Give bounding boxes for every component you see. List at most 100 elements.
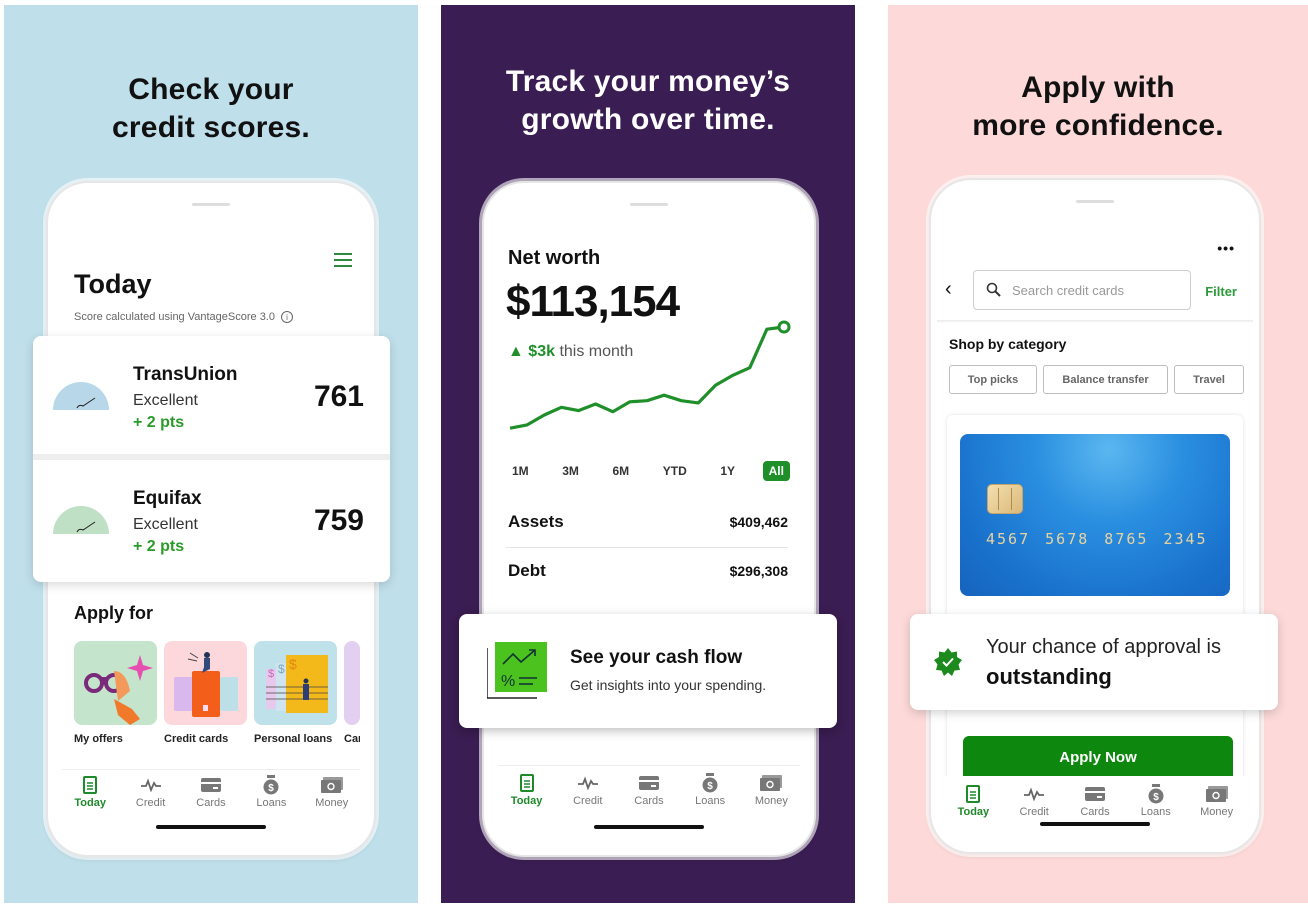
nav-label: Loans	[695, 795, 726, 807]
bottom-nav: Today Credit Cards $ Loans Money	[484, 773, 814, 807]
svg-text:$: $	[278, 662, 285, 676]
nav-loans[interactable]: $ Loans	[682, 773, 738, 807]
latest-value-marker[interactable]	[777, 320, 791, 334]
tile-car[interactable]: Car	[344, 641, 360, 745]
nav-loans[interactable]: $ Loans	[1128, 784, 1184, 818]
nav-label: Today	[74, 797, 106, 809]
nav-money[interactable]: Money	[743, 773, 799, 807]
bottom-nav: Today Credit Cards $ Loans Money	[48, 775, 374, 809]
debt-row[interactable]: Debt $296,308	[508, 558, 788, 584]
range-1y[interactable]: 1Y	[714, 461, 741, 481]
nav-label: Cards	[1080, 806, 1110, 818]
phone-notch	[192, 203, 230, 206]
nav-credit[interactable]: Credit	[1006, 784, 1062, 818]
tile-credit-cards[interactable]: Credit cards	[164, 641, 247, 745]
score-change: + 2 pts	[133, 538, 185, 555]
nav-label: Credit	[573, 795, 603, 807]
nav-cards[interactable]: Cards	[183, 775, 239, 809]
personal-loans-illustration: $ $ $	[254, 641, 337, 725]
card-icon	[1084, 784, 1106, 804]
apply-now-button[interactable]: Apply Now	[963, 736, 1233, 778]
tile-label: Personal loans	[254, 733, 333, 745]
nav-label: Money	[315, 797, 349, 809]
card-icon	[638, 773, 660, 793]
chip-top-picks[interactable]: Top picks	[949, 365, 1037, 394]
apply-for-heading: Apply for	[74, 603, 153, 623]
nav-money[interactable]: Money	[304, 775, 360, 809]
score-source-text: Score calculated using VantageScore 3.0	[74, 311, 275, 323]
hamburger-menu-icon[interactable]	[334, 253, 352, 271]
nav-credit[interactable]: Credit	[123, 775, 179, 809]
tile-my-offers[interactable]: My offers	[74, 641, 157, 745]
apply-for-carousel[interactable]: My offers Credit cards $ $ $ Personal lo…	[74, 641, 360, 745]
credit-card-image[interactable]: 4567 5678 8765 2345	[960, 434, 1230, 596]
nav-label: Today	[510, 795, 543, 807]
filter-button[interactable]: Filter	[1205, 284, 1237, 299]
nav-label: Credit	[1019, 806, 1049, 818]
nav-label: Loans	[1140, 806, 1171, 818]
info-icon[interactable]: i	[280, 311, 293, 323]
cash-flow-card[interactable]: % See your cash flow Get insights into y…	[459, 614, 837, 728]
phone-notch	[630, 203, 668, 206]
verified-badge-icon	[934, 648, 962, 676]
nav-money[interactable]: Money	[1189, 784, 1245, 818]
nav-label: Loans	[256, 797, 287, 809]
cash-flow-title: See your cash flow	[570, 647, 743, 668]
home-indicator	[594, 825, 704, 829]
up-arrow-icon: ▲	[508, 343, 524, 360]
search-icon	[986, 282, 1001, 297]
nav-cards[interactable]: Cards	[621, 773, 677, 807]
assets-row[interactable]: Assets $409,462	[508, 509, 788, 535]
change-amount: $3k	[528, 343, 555, 360]
nav-loans[interactable]: $ Loans	[243, 775, 299, 809]
search-field[interactable]	[973, 270, 1191, 310]
binoculars-illustration	[74, 641, 157, 725]
nav-today[interactable]: Today	[62, 775, 118, 809]
today-icon	[79, 775, 101, 795]
change-period: this month	[559, 343, 634, 360]
headline-line2: growth over time.	[521, 103, 775, 136]
svg-text:$: $	[268, 668, 274, 680]
nav-today[interactable]: Today	[499, 773, 555, 807]
search-input[interactable]	[1012, 282, 1172, 298]
panel2-headline: Track your money’s growth over time.	[441, 63, 855, 139]
nav-label: Money	[754, 795, 788, 807]
cash-flow-subtitle: Get insights into your spending.	[570, 677, 767, 693]
shop-by-category-heading: Shop by category	[949, 336, 1067, 352]
nav-label: Cards	[634, 795, 664, 807]
back-chevron-icon[interactable]: ‹	[945, 278, 952, 301]
range-1m[interactable]: 1M	[506, 461, 535, 481]
nav-today[interactable]: Today	[945, 784, 1001, 818]
bottom-nav: Today Credit Cards $ Loans Money	[931, 784, 1259, 818]
range-6m[interactable]: 6M	[607, 461, 636, 481]
score-row-equifax[interactable]: Equifax Excellent + 2 pts 759	[33, 460, 390, 578]
category-chips: Top picks Balance transfer Travel	[949, 365, 1244, 394]
money-bag-icon: $	[1145, 784, 1167, 804]
range-3m[interactable]: 3M	[556, 461, 585, 481]
nav-cards[interactable]: Cards	[1067, 784, 1123, 818]
nav-credit[interactable]: Credit	[560, 773, 616, 807]
time-range-selector: 1M 3M 6M YTD 1Y All	[506, 461, 790, 481]
tile-personal-loans[interactable]: $ $ $ Personal loans	[254, 641, 337, 745]
money-bag-icon: $	[260, 775, 282, 795]
pulse-icon	[1023, 784, 1045, 804]
tile-label: My offers	[74, 733, 123, 745]
chip-balance-transfer[interactable]: Balance transfer	[1043, 365, 1168, 394]
home-indicator	[156, 825, 266, 829]
chip-travel[interactable]: Travel	[1174, 365, 1244, 394]
nav-divider	[62, 769, 360, 770]
headline-line1: Apply with	[1021, 71, 1175, 104]
today-icon	[516, 773, 538, 793]
score-row-transunion[interactable]: TransUnion Excellent + 2 pts 761	[33, 336, 390, 454]
credit-scores-card: TransUnion Excellent + 2 pts 761 Equifax…	[33, 336, 390, 582]
range-all[interactable]: All	[762, 461, 790, 481]
card-icon	[200, 775, 222, 795]
assets-value: $409,462	[729, 514, 788, 530]
more-options-icon[interactable]: •••	[1217, 240, 1235, 256]
pulse-icon	[140, 775, 162, 795]
nav-label: Credit	[135, 797, 166, 809]
tile-label: Car	[344, 733, 360, 745]
range-ytd[interactable]: YTD	[657, 461, 693, 481]
debt-label: Debt	[508, 561, 546, 580]
approval-odds-card: Your chance of approval is outstanding	[910, 614, 1278, 710]
